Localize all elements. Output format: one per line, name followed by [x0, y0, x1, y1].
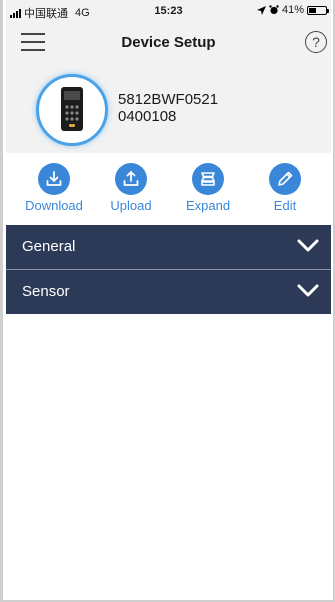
upload-icon — [115, 163, 147, 195]
upload-label: Upload — [110, 198, 152, 213]
download-icon — [38, 163, 70, 195]
alarm-clock-icon — [269, 5, 279, 15]
chevron-down-icon — [297, 284, 319, 297]
download-label: Download — [25, 198, 83, 213]
status-right: 41% — [256, 4, 329, 16]
expand-button[interactable]: Expand — [173, 163, 243, 213]
battery-percent: 41% — [281, 4, 304, 16]
expand-icon — [192, 163, 224, 195]
app-frame: 中国联通 4G 15:23 41% Device Setup ? 5812BWF… — [0, 0, 335, 602]
device-serial-line1: 5812BWF0521 — [118, 91, 219, 108]
location-arrow-icon — [256, 5, 266, 15]
battery-level-fill — [309, 7, 316, 13]
section-general[interactable]: General — [6, 225, 331, 269]
help-icon[interactable]: ? — [305, 31, 327, 53]
upload-button[interactable]: Upload — [96, 163, 166, 213]
battery-icon — [307, 5, 329, 15]
device-serial: 5812BWF0521 0400108 — [118, 91, 218, 125]
section-sensor[interactable]: Sensor — [6, 270, 331, 314]
app-header: Device Setup ? — [6, 22, 331, 64]
device-card: 5812BWF0521 0400108 — [6, 64, 331, 153]
action-bar: Download Upload Expand Edit — [6, 153, 331, 225]
sensor-device-icon — [61, 87, 83, 131]
chevron-down-icon — [297, 239, 319, 252]
edit-pencil-icon — [269, 163, 301, 195]
section-general-label: General — [22, 238, 76, 255]
download-button[interactable]: Download — [19, 163, 89, 213]
page-title: Device Setup — [121, 34, 216, 51]
section-sensor-label: Sensor — [22, 283, 70, 300]
edit-button[interactable]: Edit — [250, 163, 320, 213]
expand-label: Expand — [185, 198, 231, 213]
device-image — [36, 74, 108, 146]
status-bar: 中国联通 4G 15:23 41% — [6, 0, 331, 22]
device-serial-line2: 0400108 — [118, 108, 177, 125]
edit-label: Edit — [273, 198, 297, 213]
